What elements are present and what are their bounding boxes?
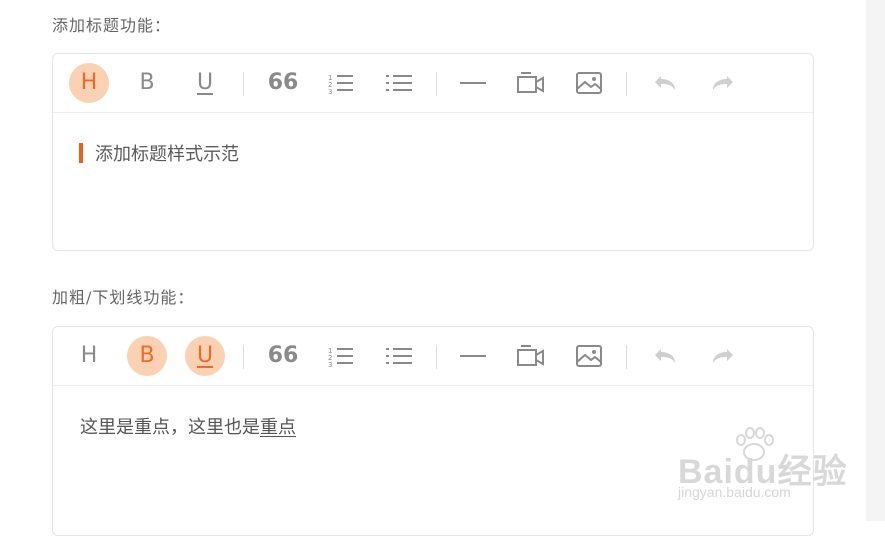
ordered-list-icon: 123 [328,347,353,367]
plain-text-span: 这里是重点，这里也是 [80,417,260,438]
ordered-list-button[interactable]: 123 [321,63,361,103]
toolbar-divider [436,345,437,369]
horizontal-rule-button[interactable] [453,336,493,376]
video-icon [517,72,544,93]
editor-content[interactable]: 这里是重点，这里也是重点 [53,386,813,536]
video-button[interactable] [511,63,551,103]
toolbar-divider [243,345,244,369]
toolbar-divider [436,72,437,96]
toolbar-divider [626,345,627,369]
underline-button[interactable]: U [185,63,225,103]
toolbar-divider [626,72,627,96]
horizontal-rule-icon [460,355,486,357]
editor-heading-demo: H B U 66 123 添加标题样式示范 [52,53,814,251]
ordered-list-button[interactable]: 123 [321,336,361,376]
horizontal-rule-icon [460,82,486,84]
image-button[interactable] [569,63,609,103]
undo-icon [655,349,675,363]
heading-icon: H [80,70,98,95]
undo-button[interactable] [645,63,685,103]
underlined-text-span: 重点 [260,417,296,438]
unordered-list-icon [386,348,412,364]
bold-button[interactable]: B [127,63,167,103]
underline-icon: U [196,343,214,368]
redo-icon [713,76,733,90]
horizontal-rule-button[interactable] [453,63,493,103]
underline-button[interactable]: U [185,336,225,376]
svg-text:3: 3 [328,88,332,94]
video-icon [517,345,544,366]
content-paragraph: 这里是重点，这里也是重点 [80,413,296,439]
svg-text:3: 3 [328,361,332,367]
image-button[interactable] [569,336,609,376]
section-label-heading: 添加标题功能： [52,16,172,35]
video-button[interactable] [511,336,551,376]
redo-button[interactable] [703,336,743,376]
undo-icon [655,76,675,90]
unordered-list-button[interactable] [379,336,419,376]
ordered-list-icon: 123 [328,74,353,94]
editor-content[interactable]: 添加标题样式示范 [53,113,813,251]
image-icon [576,345,602,367]
editor-toolbar: H B U 66 123 [53,54,813,113]
heading-button[interactable]: H [69,63,109,103]
quote-icon: 66 [267,70,299,95]
unordered-list-icon [386,75,412,91]
quote-button[interactable]: 66 [263,336,303,376]
redo-icon [713,349,733,363]
bold-icon: B [139,343,155,368]
heading-button[interactable]: H [69,336,109,376]
toolbar-divider [243,72,244,96]
image-icon [576,72,602,94]
editor-toolbar: H B U 66 123 [53,327,813,386]
editor-bold-underline-demo: H B U 66 123 这里是重点，这里也是重点 [52,326,814,536]
quote-button[interactable]: 66 [263,63,303,103]
bold-button[interactable]: B [127,336,167,376]
redo-button[interactable] [703,63,743,103]
heading-icon: H [80,343,98,368]
quote-icon: 66 [267,343,299,368]
section-label-bold-underline: 加粗/下划线功能： [52,288,195,307]
right-scroll-strip [866,0,885,521]
undo-button[interactable] [645,336,685,376]
unordered-list-button[interactable] [379,63,419,103]
heading-text: 添加标题样式示范 [95,144,239,165]
bold-icon: B [139,70,155,95]
underline-icon: U [196,70,214,95]
heading-marker [79,143,83,163]
